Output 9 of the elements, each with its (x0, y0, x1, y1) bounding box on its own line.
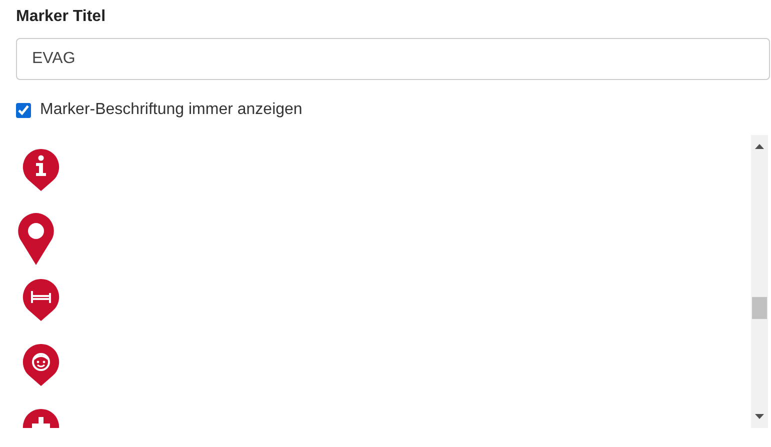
title-input[interactable]: EVAG (16, 38, 770, 80)
field-label: Marker Titel (16, 8, 107, 27)
map-pin-icon[interactable] (17, 212, 55, 266)
scroll-up-icon[interactable] (755, 144, 764, 149)
scroll-down-icon[interactable] (755, 414, 764, 419)
checkbox[interactable] (16, 102, 31, 118)
scrollbar[interactable] (751, 135, 768, 428)
checkbox-label: Marker-Beschriftung immer anzeigen (40, 101, 302, 119)
scroll-thumb[interactable] (752, 297, 767, 319)
